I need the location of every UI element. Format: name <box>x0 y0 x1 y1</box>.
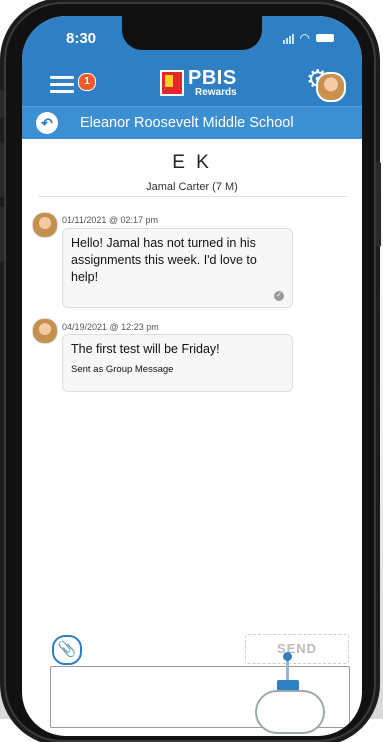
group-message-note: Sent as Group Message <box>71 364 174 375</box>
school-bar: ↶ Eleanor Roosevelt Middle School <box>22 106 362 139</box>
settings-button[interactable]: ⚙ <box>306 66 346 102</box>
volume-up-button <box>0 142 4 197</box>
contact-initials: E K <box>172 152 212 173</box>
student-name: Jamal Carter (7 M) <box>146 181 238 193</box>
message-bubble: The first test will be Friday! Sent as G… <box>62 334 293 392</box>
paperclip-icon[interactable]: 📎 <box>52 635 82 665</box>
battery-icon <box>316 34 334 42</box>
message-text: Hello! Jamal has not turned in his assig… <box>71 236 257 284</box>
sender-avatar <box>32 318 58 344</box>
phone-frame: 8:30 ◠ 1 PBIS Rewards ⚙ <box>0 2 381 742</box>
wifi-icon: ◠ <box>299 31 310 45</box>
app-header: 1 PBIS Rewards ⚙ <box>22 62 362 106</box>
notch <box>122 16 262 50</box>
check-icon: ✓ <box>274 291 284 301</box>
message-timestamp: 04/19/2021 @ 12:23 pm <box>62 322 159 332</box>
logo-sub-text: Rewards <box>195 87 237 98</box>
message-text: The first test will be Friday! <box>71 342 220 356</box>
status-icons: ◠ <box>282 31 334 45</box>
sender-avatar <box>32 212 58 238</box>
school-name: Eleanor Roosevelt Middle School <box>80 115 294 131</box>
mute-switch <box>0 90 4 118</box>
logo-mark-icon <box>160 70 184 96</box>
back-arrow-icon[interactable]: ↶ <box>36 112 58 134</box>
status-bar: 8:30 ◠ <box>22 16 362 62</box>
volume-down-button <box>0 207 4 262</box>
power-button <box>376 162 381 247</box>
signal-icon <box>282 33 294 44</box>
hamburger-menu-icon[interactable] <box>50 76 74 93</box>
logo-main-text: PBIS <box>188 67 237 89</box>
status-time: 8:30 <box>66 30 97 47</box>
robot-mascot <box>247 652 337 736</box>
message-bubble: Hello! Jamal has not turned in his assig… <box>62 228 293 308</box>
user-avatar <box>316 72 346 102</box>
screen: 8:30 ◠ 1 PBIS Rewards ⚙ <box>22 16 362 736</box>
pbis-rewards-logo: PBIS Rewards <box>160 68 237 98</box>
divider <box>38 196 348 197</box>
message-timestamp: 01/11/2021 @ 02:17 pm <box>62 215 159 225</box>
notification-badge[interactable]: 1 <box>78 73 96 91</box>
